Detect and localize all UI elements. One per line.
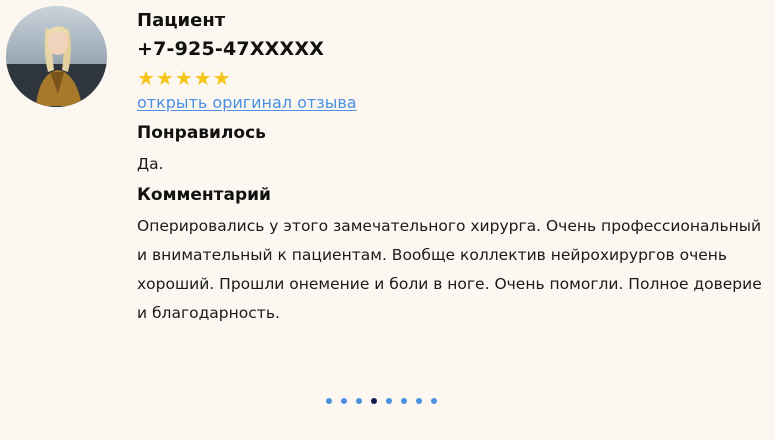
comment-heading: Комментарий: [137, 185, 271, 205]
author-name: Пациент: [137, 10, 226, 31]
author-phone: +7-925-47XXXXX: [137, 38, 325, 60]
open-original-review-link[interactable]: открыть оригинал отзыва: [137, 92, 357, 114]
avatar-photo: [6, 6, 107, 107]
review-content: Пациент +7-925-47XXXXX ★★★★★ открыть ори…: [137, 9, 762, 328]
pagination-dot[interactable]: [431, 398, 437, 404]
pagination-dot[interactable]: [416, 398, 422, 404]
pagination-dot[interactable]: [326, 398, 332, 404]
pagination-dot[interactable]: [401, 398, 407, 404]
liked-value: Да.: [137, 155, 164, 173]
pagination-dot[interactable]: [341, 398, 347, 404]
pagination-dot[interactable]: [371, 398, 377, 404]
pagination-dot[interactable]: [386, 398, 392, 404]
rating-stars: ★★★★★: [137, 66, 232, 90]
review-card: Пациент +7-925-47XXXXX ★★★★★ открыть ори…: [0, 0, 775, 440]
pagination-dot[interactable]: [356, 398, 362, 404]
avatar: [6, 6, 107, 107]
comment-text: Оперировались у этого замечательного хир…: [137, 217, 762, 322]
pagination-dots: [326, 398, 437, 404]
liked-heading: Понравилось: [137, 123, 266, 143]
